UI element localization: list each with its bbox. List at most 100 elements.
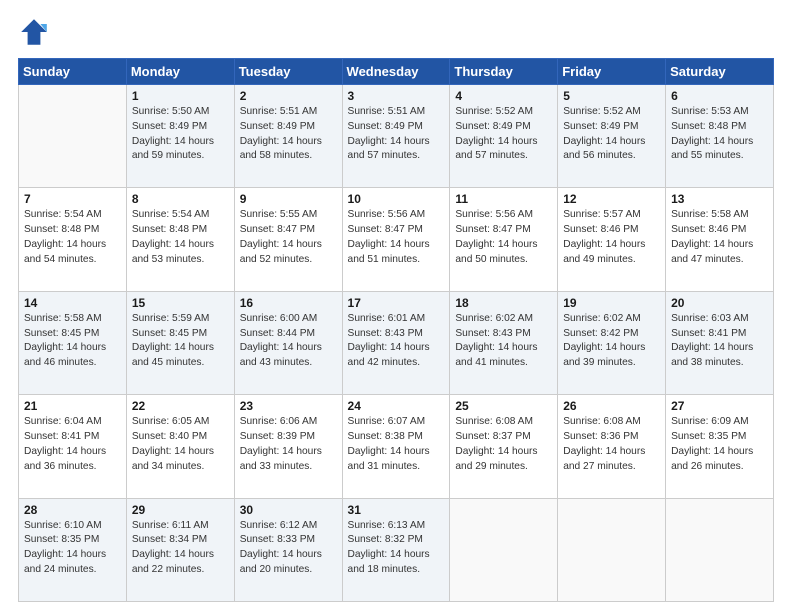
day-number: 3 [348,89,445,103]
day-number: 10 [348,192,445,206]
calendar-cell: 25 Sunrise: 6:08 AM Sunset: 8:37 PM Dayli… [450,395,558,498]
day-number: 28 [24,503,121,517]
header-day: Tuesday [234,59,342,85]
day-info: Sunrise: 6:08 AM Sunset: 8:36 PM Dayligh… [563,415,660,474]
calendar-cell: 3 Sunrise: 5:51 AM Sunset: 8:49 PM Daylig… [342,85,450,188]
day-number: 24 [348,399,445,413]
day-number: 21 [24,399,121,413]
calendar-cell [450,498,558,601]
day-number: 7 [24,192,121,206]
header-day: Thursday [450,59,558,85]
calendar-cell [19,85,127,188]
calendar-cell: 11 Sunrise: 5:56 AM Sunset: 8:47 PM Dayli… [450,188,558,291]
calendar-table: SundayMondayTuesdayWednesdayThursdayFrid… [18,58,774,602]
day-number: 15 [132,296,229,310]
day-info: Sunrise: 5:54 AM Sunset: 8:48 PM Dayligh… [24,208,121,267]
day-number: 6 [671,89,768,103]
day-number: 9 [240,192,337,206]
day-info: Sunrise: 5:52 AM Sunset: 8:49 PM Dayligh… [563,105,660,164]
header-day: Friday [558,59,666,85]
day-info: Sunrise: 6:01 AM Sunset: 8:43 PM Dayligh… [348,312,445,371]
day-info: Sunrise: 6:08 AM Sunset: 8:37 PM Dayligh… [455,415,552,474]
header-day: Saturday [666,59,774,85]
calendar-cell: 20 Sunrise: 6:03 AM Sunset: 8:41 PM Dayli… [666,291,774,394]
day-info: Sunrise: 5:53 AM Sunset: 8:48 PM Dayligh… [671,105,768,164]
day-number: 29 [132,503,229,517]
day-info: Sunrise: 5:56 AM Sunset: 8:47 PM Dayligh… [348,208,445,267]
day-info: Sunrise: 6:00 AM Sunset: 8:44 PM Dayligh… [240,312,337,371]
calendar-cell: 16 Sunrise: 6:00 AM Sunset: 8:44 PM Dayli… [234,291,342,394]
day-info: Sunrise: 6:04 AM Sunset: 8:41 PM Dayligh… [24,415,121,474]
calendar-cell: 22 Sunrise: 6:05 AM Sunset: 8:40 PM Dayli… [126,395,234,498]
day-number: 25 [455,399,552,413]
calendar-cell: 14 Sunrise: 5:58 AM Sunset: 8:45 PM Dayli… [19,291,127,394]
day-info: Sunrise: 6:13 AM Sunset: 8:32 PM Dayligh… [348,519,445,578]
day-info: Sunrise: 6:11 AM Sunset: 8:34 PM Dayligh… [132,519,229,578]
calendar-cell: 4 Sunrise: 5:52 AM Sunset: 8:49 PM Daylig… [450,85,558,188]
day-number: 13 [671,192,768,206]
day-info: Sunrise: 6:12 AM Sunset: 8:33 PM Dayligh… [240,519,337,578]
day-number: 22 [132,399,229,413]
calendar-cell: 6 Sunrise: 5:53 AM Sunset: 8:48 PM Daylig… [666,85,774,188]
day-info: Sunrise: 6:06 AM Sunset: 8:39 PM Dayligh… [240,415,337,474]
day-number: 1 [132,89,229,103]
calendar-cell: 5 Sunrise: 5:52 AM Sunset: 8:49 PM Daylig… [558,85,666,188]
day-number: 31 [348,503,445,517]
logo-icon [18,16,50,48]
calendar-cell: 2 Sunrise: 5:51 AM Sunset: 8:49 PM Daylig… [234,85,342,188]
day-number: 20 [671,296,768,310]
day-info: Sunrise: 6:09 AM Sunset: 8:35 PM Dayligh… [671,415,768,474]
calendar-cell: 19 Sunrise: 6:02 AM Sunset: 8:42 PM Dayli… [558,291,666,394]
calendar-cell: 18Sunrise: 6:02 AM Sunset: 8:43 PM Dayli… [450,291,558,394]
header-day: Wednesday [342,59,450,85]
day-number: 16 [240,296,337,310]
day-info: Sunrise: 5:50 AM Sunset: 8:49 PM Dayligh… [132,105,229,164]
calendar-cell: 23 Sunrise: 6:06 AM Sunset: 8:39 PM Dayli… [234,395,342,498]
day-number: 14 [24,296,121,310]
calendar-cell: 26 Sunrise: 6:08 AM Sunset: 8:36 PM Dayli… [558,395,666,498]
calendar-cell: 9Sunrise: 5:55 AM Sunset: 8:47 PM Daylig… [234,188,342,291]
calendar-cell: 7 Sunrise: 5:54 AM Sunset: 8:48 PM Daylig… [19,188,127,291]
day-info: Sunrise: 5:58 AM Sunset: 8:46 PM Dayligh… [671,208,768,267]
day-number: 2 [240,89,337,103]
logo [18,16,54,48]
day-number: 26 [563,399,660,413]
calendar-cell: 12 Sunrise: 5:57 AM Sunset: 8:46 PM Dayli… [558,188,666,291]
day-info: Sunrise: 5:58 AM Sunset: 8:45 PM Dayligh… [24,312,121,371]
day-info: Sunrise: 6:07 AM Sunset: 8:38 PM Dayligh… [348,415,445,474]
calendar-cell: 8Sunrise: 5:54 AM Sunset: 8:48 PM Daylig… [126,188,234,291]
day-info: Sunrise: 6:10 AM Sunset: 8:35 PM Dayligh… [24,519,121,578]
calendar-cell: 21 Sunrise: 6:04 AM Sunset: 8:41 PM Dayli… [19,395,127,498]
day-number: 19 [563,296,660,310]
day-number: 11 [455,192,552,206]
calendar-cell: 27Sunrise: 6:09 AM Sunset: 8:35 PM Dayli… [666,395,774,498]
day-number: 5 [563,89,660,103]
day-info: Sunrise: 5:59 AM Sunset: 8:45 PM Dayligh… [132,312,229,371]
day-info: Sunrise: 5:57 AM Sunset: 8:46 PM Dayligh… [563,208,660,267]
day-info: Sunrise: 6:02 AM Sunset: 8:43 PM Dayligh… [455,312,552,371]
day-info: Sunrise: 5:56 AM Sunset: 8:47 PM Dayligh… [455,208,552,267]
day-info: Sunrise: 6:03 AM Sunset: 8:41 PM Dayligh… [671,312,768,371]
calendar-cell: 29 Sunrise: 6:11 AM Sunset: 8:34 PM Dayli… [126,498,234,601]
calendar-cell: 10 Sunrise: 5:56 AM Sunset: 8:47 PM Dayli… [342,188,450,291]
day-info: Sunrise: 5:52 AM Sunset: 8:49 PM Dayligh… [455,105,552,164]
calendar-cell: 17 Sunrise: 6:01 AM Sunset: 8:43 PM Dayli… [342,291,450,394]
page-header [18,16,774,48]
day-info: Sunrise: 5:51 AM Sunset: 8:49 PM Dayligh… [240,105,337,164]
calendar-cell [558,498,666,601]
day-number: 23 [240,399,337,413]
calendar-cell: 13 Sunrise: 5:58 AM Sunset: 8:46 PM Dayli… [666,188,774,291]
day-number: 4 [455,89,552,103]
calendar-cell: 31 Sunrise: 6:13 AM Sunset: 8:32 PM Dayli… [342,498,450,601]
day-info: Sunrise: 6:05 AM Sunset: 8:40 PM Dayligh… [132,415,229,474]
calendar-cell [666,498,774,601]
header-day: Sunday [19,59,127,85]
day-info: Sunrise: 6:02 AM Sunset: 8:42 PM Dayligh… [563,312,660,371]
day-info: Sunrise: 5:51 AM Sunset: 8:49 PM Dayligh… [348,105,445,164]
day-number: 17 [348,296,445,310]
day-number: 12 [563,192,660,206]
calendar-cell: 1 Sunrise: 5:50 AM Sunset: 8:49 PM Daylig… [126,85,234,188]
calendar-cell: 15 Sunrise: 5:59 AM Sunset: 8:45 PM Dayli… [126,291,234,394]
day-info: Sunrise: 5:54 AM Sunset: 8:48 PM Dayligh… [132,208,229,267]
calendar-cell: 24 Sunrise: 6:07 AM Sunset: 8:38 PM Dayli… [342,395,450,498]
